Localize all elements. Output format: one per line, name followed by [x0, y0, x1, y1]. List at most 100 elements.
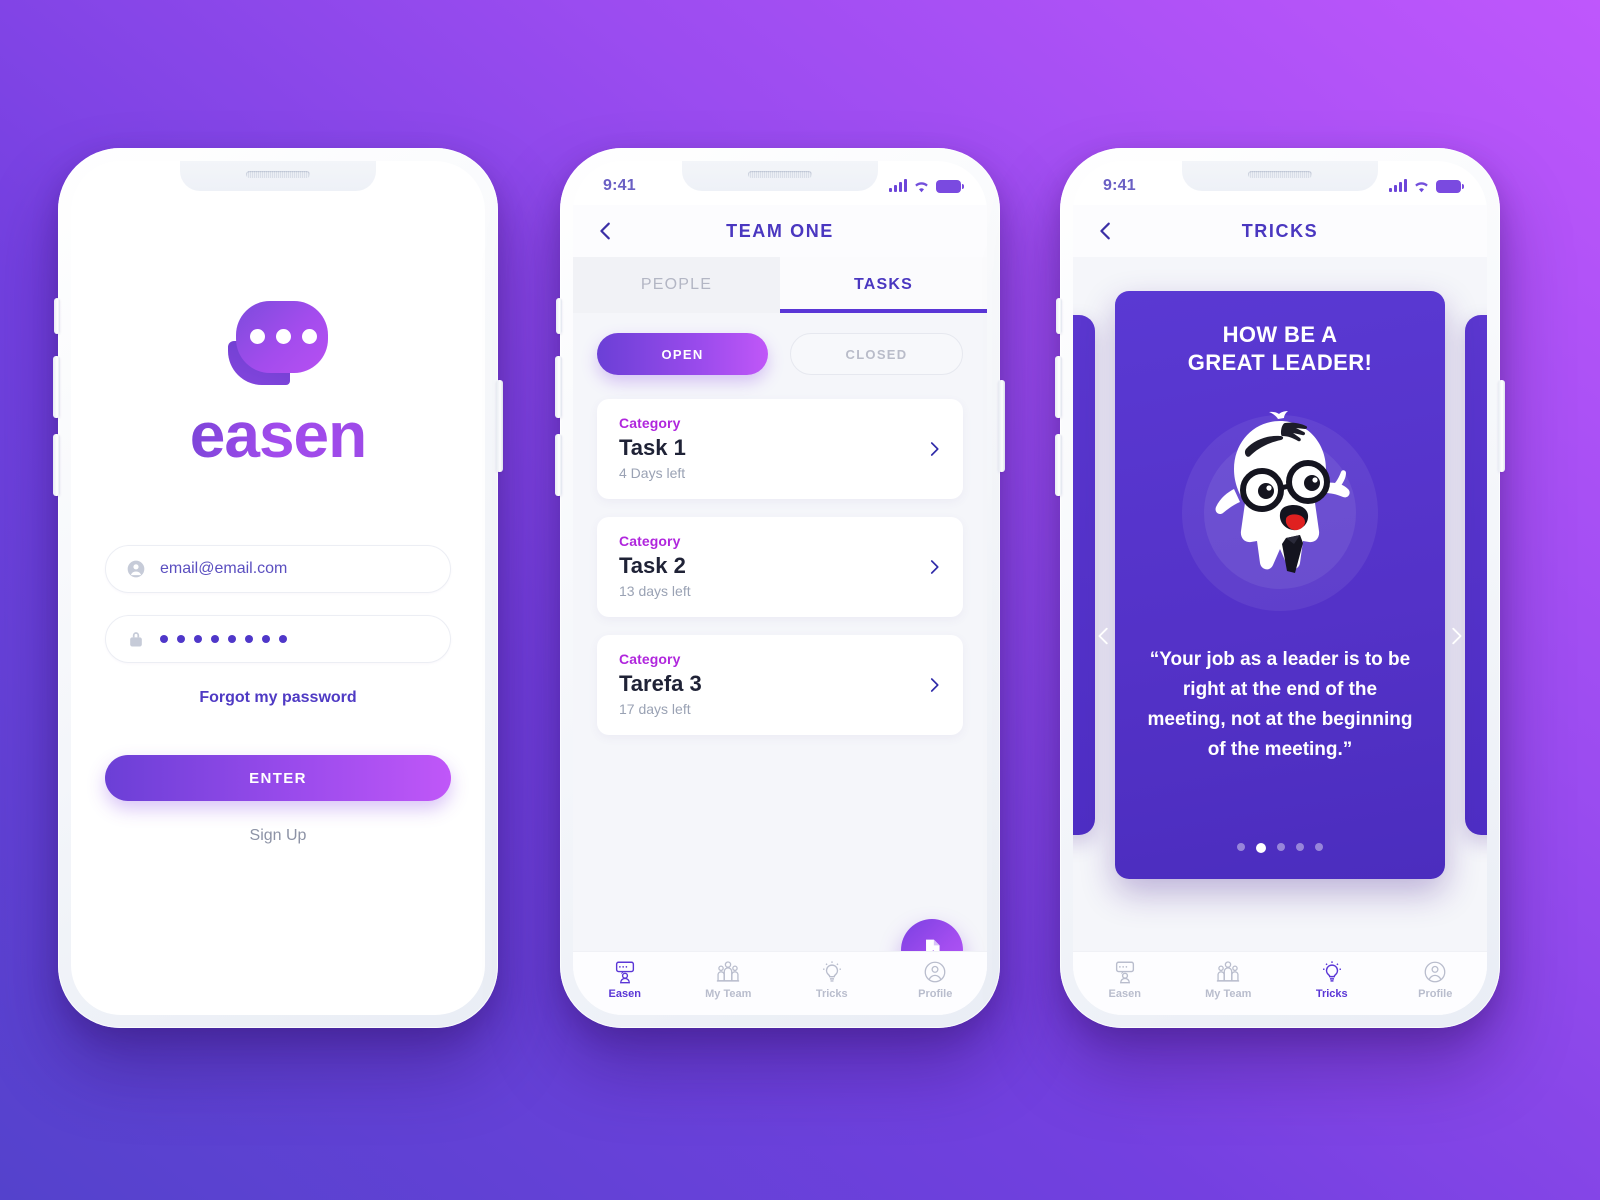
nav-item-my-team[interactable]: My Team: [1177, 959, 1281, 1000]
mute-switch[interactable]: [556, 298, 562, 334]
nav-label: Profile: [918, 988, 953, 1000]
carousel-pagination: [1115, 843, 1445, 853]
person-icon: [126, 559, 146, 579]
lock-icon: [126, 629, 146, 649]
login-form: easen email@email.com Forgot my password…: [71, 205, 485, 1015]
password-field[interactable]: [105, 615, 451, 663]
filter-closed-button[interactable]: CLOSED: [790, 333, 963, 375]
status-bar: 9:41: [573, 161, 987, 205]
filter-open-button[interactable]: OPEN: [597, 333, 768, 375]
task-category: Category: [619, 651, 681, 667]
task-card[interactable]: Category Tarefa 3 17 days left: [597, 635, 963, 735]
tab-bar: PEOPLE TASKS: [573, 257, 987, 313]
nav-item-easen[interactable]: Easen: [1073, 959, 1177, 1000]
forgot-password-link[interactable]: Forgot my password: [105, 689, 451, 707]
enter-button[interactable]: ENTER: [105, 755, 451, 801]
chat-person-icon: [615, 961, 634, 984]
mute-switch[interactable]: [54, 298, 60, 334]
screen-team-tasks: 9:41 TEAM ONE PEOPLE TASKS OPEN CLOSED C…: [573, 161, 987, 1015]
power-button[interactable]: [1498, 380, 1505, 472]
nav-item-my-team[interactable]: My Team: [677, 959, 781, 1000]
back-icon[interactable]: [595, 220, 617, 242]
carousel-next-card-peek[interactable]: [1465, 315, 1487, 835]
task-due: 13 days left: [619, 583, 691, 599]
volume-up-button[interactable]: [1055, 356, 1062, 418]
nav-label: Easen: [1108, 988, 1141, 1000]
trick-heading-line2: GREAT LEADER!: [1187, 350, 1373, 376]
task-card[interactable]: Category Task 1 4 Days left: [597, 399, 963, 499]
volume-down-button[interactable]: [555, 434, 562, 496]
nav-bar: TRICKS: [1073, 205, 1487, 257]
tricks-carousel: HOW BE A GREAT LEADER! “Your job as a le…: [1073, 257, 1487, 1015]
nav-item-tricks[interactable]: Tricks: [1280, 959, 1384, 1000]
pagination-dot[interactable]: [1315, 843, 1323, 851]
volume-down-button[interactable]: [53, 434, 60, 496]
mute-switch[interactable]: [1056, 298, 1062, 334]
people-group-icon: [717, 961, 740, 982]
task-card[interactable]: Category Task 2 13 days left: [597, 517, 963, 617]
nav-item-easen[interactable]: Easen: [573, 959, 677, 1000]
trick-heading: HOW BE A GREAT LEADER!: [1141, 321, 1419, 377]
back-icon[interactable]: [1095, 220, 1117, 242]
status-bar: 9:41: [1073, 161, 1487, 205]
power-button[interactable]: [998, 380, 1005, 472]
battery-icon: [936, 179, 964, 193]
chat-bubble-icon: [228, 301, 328, 387]
email-value: email@email.com: [160, 560, 288, 577]
volume-down-button[interactable]: [1055, 434, 1062, 496]
people-group-icon: [1217, 961, 1240, 982]
screen-tricks: 9:41 TRICKS HOW BE A GREAT LEADER! “Your…: [1073, 161, 1487, 1015]
password-masked-value: [160, 635, 287, 643]
sign-up-link[interactable]: Sign Up: [105, 827, 451, 845]
task-category: Category: [619, 415, 681, 431]
nav-label: My Team: [705, 988, 752, 1000]
bottom-navigation: Easen My Team Tricks Profile: [573, 951, 987, 1015]
nav-label: Tricks: [815, 988, 848, 1000]
carousel-next-icon[interactable]: [1445, 625, 1467, 647]
tab-tasks[interactable]: TASKS: [780, 257, 987, 313]
volume-up-button[interactable]: [555, 356, 562, 418]
status-clock: 9:41: [1103, 177, 1136, 194]
task-name: Task 1: [619, 435, 686, 460]
power-button[interactable]: [496, 380, 503, 472]
nav-item-tricks[interactable]: Tricks: [780, 959, 884, 1000]
carousel-prev-icon[interactable]: [1093, 625, 1115, 647]
chevron-right-icon: [925, 676, 943, 694]
battery-icon: [1436, 179, 1464, 193]
pagination-dot-active[interactable]: [1256, 843, 1266, 853]
carousel-prev-card-peek[interactable]: [1073, 315, 1095, 835]
pagination-dot[interactable]: [1237, 843, 1245, 851]
lightbulb-icon: [822, 961, 841, 982]
task-due: 4 Days left: [619, 465, 686, 481]
nav-item-profile[interactable]: Profile: [884, 959, 988, 1000]
page-title: TEAM ONE: [726, 220, 834, 241]
task-category: Category: [619, 533, 681, 549]
volume-up-button[interactable]: [53, 356, 60, 418]
pagination-dot[interactable]: [1277, 843, 1285, 851]
phone-tricks: 9:41 TRICKS HOW BE A GREAT LEADER! “Your…: [1055, 148, 1505, 1028]
task-due: 17 days left: [619, 701, 691, 717]
pagination-dot[interactable]: [1296, 843, 1304, 851]
status-bar: [71, 161, 485, 205]
chevron-right-icon: [925, 440, 943, 458]
tab-people[interactable]: PEOPLE: [573, 257, 780, 313]
status-icons: [1389, 179, 1464, 193]
chat-person-icon: [1115, 961, 1134, 984]
chevron-right-icon: [925, 558, 943, 576]
brand-logo: easen: [105, 301, 451, 467]
status-icons: [889, 179, 964, 193]
status-clock: 9:41: [603, 177, 636, 194]
nav-label: My Team: [1205, 988, 1252, 1000]
brand-wordmark: easen: [189, 399, 367, 471]
credentials-fields: email@email.com: [105, 545, 451, 663]
nav-label: Tricks: [1315, 988, 1348, 1000]
nav-bar: TEAM ONE: [573, 205, 987, 257]
wifi-icon: [1415, 181, 1428, 192]
status-filter-group: OPEN CLOSED: [597, 333, 963, 375]
nav-item-profile[interactable]: Profile: [1384, 959, 1488, 1000]
ghost-mascot-icon: [1215, 411, 1350, 574]
email-field[interactable]: email@email.com: [105, 545, 451, 593]
task-name: Task 2: [619, 553, 686, 578]
trick-heading-line1: HOW BE A: [1222, 322, 1338, 347]
task-list: Category Task 1 4 Days left Category Tas…: [597, 399, 963, 735]
